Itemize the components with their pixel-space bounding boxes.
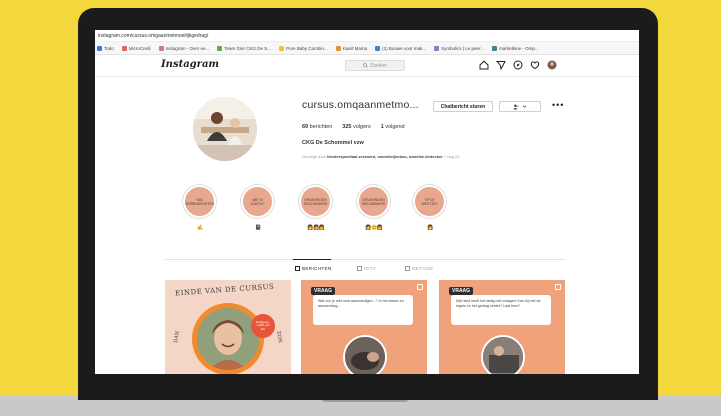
highlight-emoji-label: 👩😊👩	[365, 225, 383, 231]
tag-icon	[405, 266, 410, 271]
highlight-cover-text: Ervaringen deelnemers	[361, 197, 386, 206]
bookmark-item[interactable]: Instagram - Over ee...	[158, 45, 210, 51]
direct-icon[interactable]	[496, 60, 506, 70]
bookmark-label: (1) Bouwe voor mak...	[382, 45, 427, 51]
home-icon[interactable]	[479, 60, 489, 70]
profile-username: cursus.omqaanmetmo...	[302, 99, 419, 111]
bookmark-item[interactable]: Symbolics | Le peer...	[434, 45, 485, 51]
bookmark-label: Pure Baby Combin...	[286, 45, 328, 51]
bookmark-favicon-icon	[335, 45, 341, 51]
profile-full-name: CKG De Schommel vzw	[302, 140, 364, 146]
message-button[interactable]: Chatbericht sturen	[433, 101, 493, 112]
grid-icon	[295, 266, 300, 271]
bookmark-favicon-icon	[434, 45, 440, 51]
followers-count[interactable]: 325 volgers	[342, 124, 370, 130]
bookmark-favicon-icon	[279, 45, 285, 51]
story-highlight[interactable]: Ervaringen deelnemers 👩😊👩	[357, 185, 391, 231]
highlight-emoji-label: 👩👩👩	[307, 225, 325, 231]
highlight-cover: Van verbindensten	[183, 185, 216, 218]
chevron-down-icon	[522, 105, 527, 108]
story-highlight[interactable]: Tip je weetjes 👩	[413, 185, 447, 231]
bookmark-label: Symbolics | Le peer...	[441, 45, 485, 51]
highlight-cover: Tip je weetjes	[413, 185, 446, 218]
tab-getagd[interactable]: GETAGD	[405, 266, 433, 271]
active-tab-indicator	[293, 259, 331, 260]
tv-icon	[357, 266, 362, 271]
bookmark-item[interactable]: marketkine - Omp...	[492, 45, 539, 51]
bookmark-favicon-icon	[375, 45, 381, 51]
bookmark-item[interactable]: Kaart Mama	[335, 45, 368, 51]
highlight-cover-text: Wie is Judith?	[250, 197, 265, 206]
bookmark-label: Kaart Mama	[342, 45, 368, 51]
search-placeholder: Zoeken	[370, 62, 387, 69]
bookmark-item[interactable]: Pure Baby Combin...	[279, 45, 328, 51]
search-input[interactable]: Zoeken	[345, 60, 405, 71]
post-photo	[481, 335, 525, 374]
more-options-icon[interactable]: •••	[552, 101, 564, 110]
question-bubble: Mijn kind heeft het lastig met vraagen! …	[451, 295, 551, 325]
post-side-text-right: ZON	[274, 330, 283, 344]
bookmark-label: Todo	[104, 45, 114, 51]
carousel-icon	[417, 284, 423, 290]
bookmark-label: marketkine - Omp...	[499, 45, 539, 51]
post-side-text-left: DAN	[173, 330, 181, 344]
highlight-cover: Ervaringen deelnemers	[357, 185, 390, 218]
bookmark-item[interactable]: (1) Bouwe voor mak...	[375, 45, 427, 51]
highlight-cover: Ervaringen deelnemers	[299, 185, 332, 218]
bookmark-favicon-icon	[158, 45, 164, 51]
tabs-divider	[165, 259, 565, 260]
following-count[interactable]: 1 volgend	[381, 124, 405, 130]
profile-avatar-icon[interactable]	[547, 60, 557, 70]
bookmark-item[interactable]: Todo	[97, 45, 114, 51]
bookmark-item[interactable]: Team Gier CKG De S...	[217, 45, 272, 51]
following-button[interactable]	[499, 101, 541, 112]
question-tag: VRAAG	[311, 287, 336, 295]
post-thumbnail-1[interactable]: EINDE VAN DE CURSUS DAN ZON Pedagoog - J…	[165, 280, 291, 374]
followed-by[interactable]: Gevolgd door kleuterspeeltaal.zeeuwen, o…	[302, 154, 460, 159]
bookmarks-bar: Todo MicroCredi Instagram - Over ee... Team…	[95, 42, 639, 55]
search-icon	[363, 63, 368, 68]
highlight-cover-text: Tip je weetjes	[421, 197, 438, 206]
instagram-logo[interactable]: Instagram	[161, 59, 219, 70]
bookmark-favicon-icon	[121, 45, 127, 51]
url-text: instagram.com/cursus.omgaanmetmoeilijkge…	[98, 32, 209, 39]
bookmark-label: MicroCredi	[128, 45, 151, 51]
highlight-cover-text: Ervaringen deelnemers	[303, 197, 328, 206]
post-badge: Pedagoog - Judith van Der	[251, 314, 275, 338]
address-bar[interactable]: instagram.com/cursus.omgaanmetmoeilijkge…	[95, 30, 639, 42]
carousel-icon	[555, 284, 561, 290]
bookmark-label: Team Gier CKG De S...	[224, 45, 272, 51]
highlight-emoji-label: 📓	[255, 225, 261, 231]
highlight-emoji-label: 👩	[427, 225, 433, 231]
highlight-cover-text: Van verbindensten	[185, 197, 214, 206]
posts-count: 69 berichten	[302, 124, 333, 130]
heart-icon[interactable]	[530, 60, 540, 70]
highlight-cover: Wie is Judith?	[241, 185, 274, 218]
person-check-icon	[513, 104, 519, 109]
story-highlight[interactable]: Van verbindensten ✍	[183, 185, 217, 231]
post-photo	[343, 335, 387, 374]
bookmark-favicon-icon	[492, 45, 498, 51]
explore-icon[interactable]	[513, 60, 523, 70]
post-photo	[197, 308, 259, 370]
post-thumbnail-2[interactable]: VRAAG Wat zou je met oma aanmoedigen...?…	[301, 280, 427, 374]
laptop-screen: instagram.com/cursus.omgaanmetmoeilijkge…	[95, 30, 639, 374]
question-tag: VRAAG	[449, 287, 474, 295]
story-highlight[interactable]: Wie is Judith? 📓	[241, 185, 275, 231]
question-bubble: Wat zou je met oma aanmoedigen...? In he…	[313, 295, 413, 325]
highlight-emoji-label: ✍	[197, 225, 203, 231]
nav-icons	[479, 60, 557, 70]
bookmark-item[interactable]: MicroCredi	[121, 45, 151, 51]
bookmark-label: Instagram - Over ee...	[165, 45, 210, 51]
story-highlight[interactable]: Ervaringen deelnemers 👩👩👩	[299, 185, 333, 231]
profile-stats: 69 berichten 325 volgers 1 volgend	[302, 124, 405, 130]
post-thumbnail-3[interactable]: VRAAG Mijn kind heeft het lastig met vra…	[439, 280, 565, 374]
instagram-header: Instagram Zoeken	[95, 55, 639, 77]
profile-avatar[interactable]	[193, 97, 257, 161]
post-title: EINDE VAN DE CURSUS	[174, 282, 275, 298]
tab-berichten[interactable]: BERICHTEN	[295, 266, 332, 271]
bookmark-favicon-icon	[97, 45, 102, 51]
tab-igtv[interactable]: IGTV	[357, 266, 376, 271]
bookmark-favicon-icon	[217, 45, 223, 51]
